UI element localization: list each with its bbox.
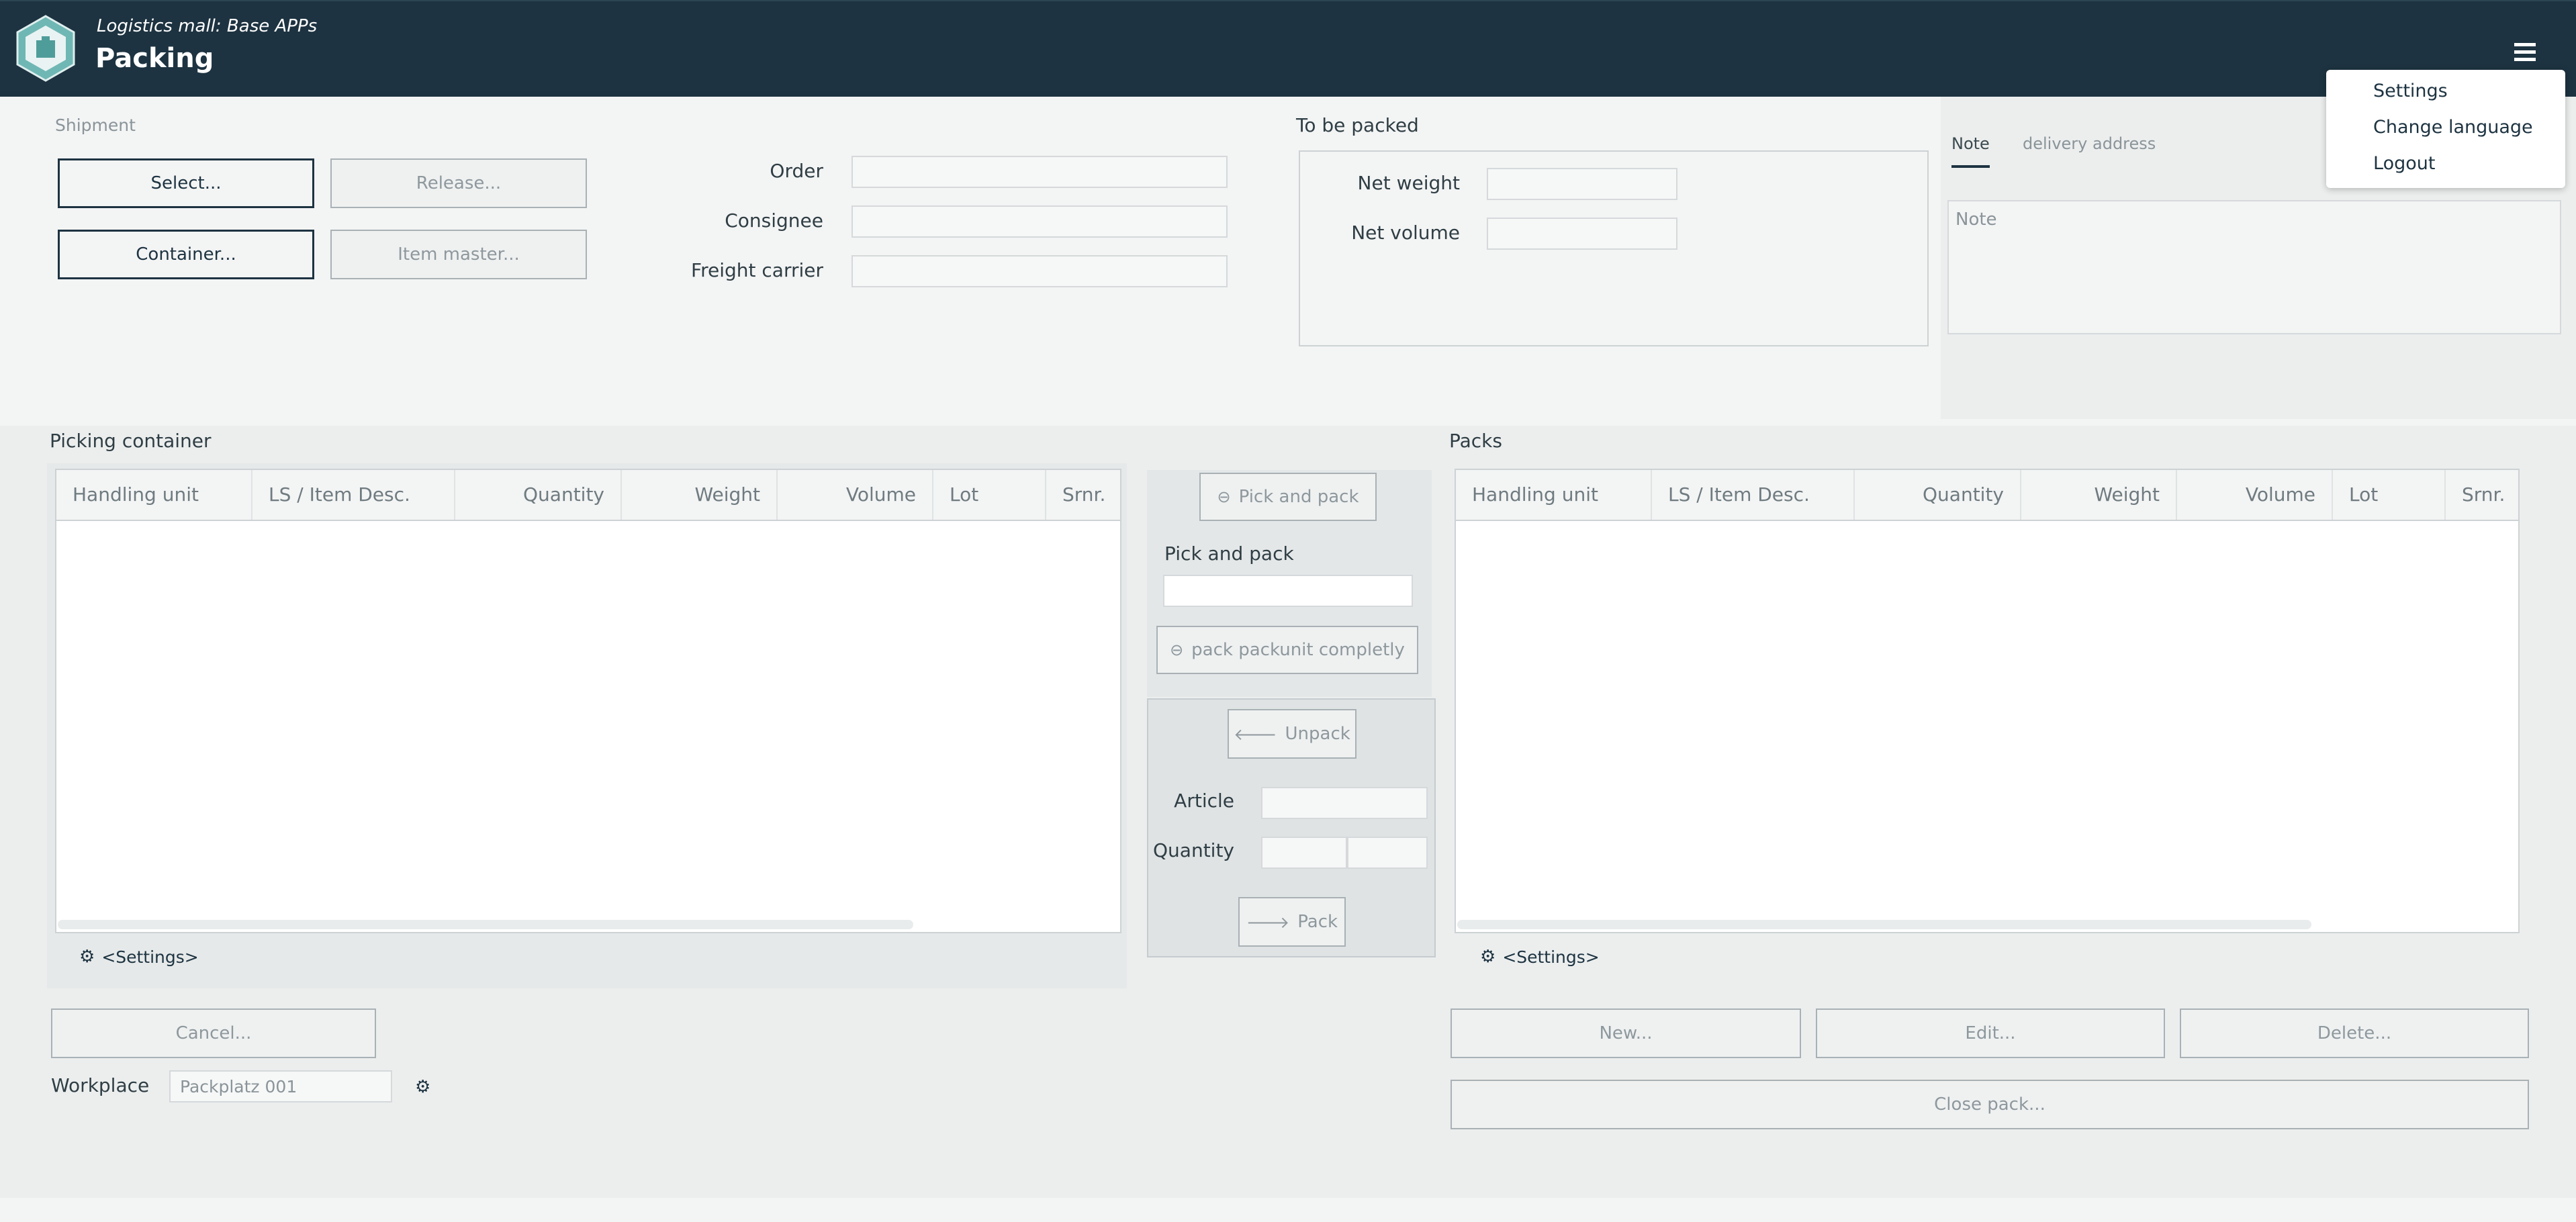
new-pack-button[interactable]: New... bbox=[1451, 1008, 1801, 1058]
item-master-button[interactable]: Item master... bbox=[330, 230, 587, 279]
grid-header: Handling unit LS / Item Desc. Quantity W… bbox=[1456, 470, 2518, 521]
tab-note[interactable]: Note bbox=[1951, 134, 1990, 168]
select-button[interactable]: Select... bbox=[58, 158, 314, 208]
net-volume-field[interactable] bbox=[1487, 218, 1677, 250]
workplace-label: Workplace bbox=[51, 1074, 150, 1096]
unpack-button-label: Unpack bbox=[1285, 724, 1350, 744]
shipment-label: Shipment bbox=[55, 115, 136, 135]
column-lot[interactable]: Lot bbox=[933, 470, 1046, 520]
arrow-right-icon: 🡒 bbox=[1246, 912, 1290, 932]
gear-icon: ⚙ bbox=[415, 1077, 431, 1097]
quantity-field[interactable] bbox=[1261, 837, 1347, 869]
gear-icon: ⚙ bbox=[79, 947, 95, 967]
workplace-settings-link[interactable]: ⚙ bbox=[415, 1077, 437, 1097]
column-weight[interactable]: Weight bbox=[622, 470, 778, 520]
close-pack-button[interactable]: Close pack... bbox=[1451, 1080, 2529, 1129]
pick-and-pack-button-label: Pick and pack bbox=[1238, 487, 1359, 507]
packs-settings-link[interactable]: ⚙ <Settings> bbox=[1480, 947, 1600, 967]
packs-settings-label: <Settings> bbox=[1502, 947, 1600, 967]
column-volume[interactable]: Volume bbox=[778, 470, 933, 520]
column-quantity[interactable]: Quantity bbox=[1855, 470, 2021, 520]
user-menu-dropdown: Settings Change language Logout bbox=[2326, 70, 2565, 188]
delete-pack-button[interactable]: Delete... bbox=[2180, 1008, 2529, 1058]
net-volume-label: Net volume bbox=[1351, 222, 1460, 244]
column-srnr[interactable]: Srnr. bbox=[2446, 470, 2520, 520]
net-weight-label: Net weight bbox=[1357, 172, 1460, 194]
arrow-left-icon: 🡐 bbox=[1234, 724, 1277, 744]
consignee-field[interactable] bbox=[852, 205, 1228, 238]
column-volume[interactable]: Volume bbox=[2177, 470, 2333, 520]
column-srnr[interactable]: Srnr. bbox=[1046, 470, 1120, 520]
packs-title: Packs bbox=[1449, 430, 1502, 452]
workplace-field[interactable]: Packplatz 001 bbox=[169, 1070, 392, 1102]
pack-button[interactable]: 🡒 Pack bbox=[1238, 897, 1346, 947]
edit-pack-button[interactable]: Edit... bbox=[1816, 1008, 2165, 1058]
freight-carrier-field[interactable] bbox=[852, 255, 1228, 287]
consignee-label: Consignee bbox=[725, 209, 823, 232]
pack-packunit-completely-button[interactable]: ⊖ pack packunit completly bbox=[1156, 626, 1418, 674]
picking-container-grid[interactable]: Handling unit LS / Item Desc. Quantity W… bbox=[55, 469, 1121, 933]
app-subtitle: Logistics mall: Base APPs bbox=[97, 16, 318, 36]
container-button[interactable]: Container... bbox=[58, 230, 314, 279]
note-textarea[interactable]: Note bbox=[1947, 200, 2561, 334]
circle-minus-icon: ⊖ bbox=[1217, 487, 1231, 506]
column-weight[interactable]: Weight bbox=[2021, 470, 2177, 520]
picking-settings-label: <Settings> bbox=[101, 947, 199, 967]
article-label: Article bbox=[1174, 790, 1234, 812]
circle-minus-icon: ⊖ bbox=[1170, 641, 1184, 659]
quantity-unit-field[interactable] bbox=[1347, 837, 1428, 869]
cancel-button[interactable]: Cancel... bbox=[51, 1008, 376, 1058]
packs-grid[interactable]: Handling unit LS / Item Desc. Quantity W… bbox=[1455, 469, 2520, 933]
quantity-label: Quantity bbox=[1153, 839, 1234, 861]
freight-carrier-label: Freight carrier bbox=[691, 259, 823, 281]
horizontal-scrollbar[interactable] bbox=[1457, 920, 2311, 929]
picking-settings-link[interactable]: ⚙ <Settings> bbox=[79, 947, 199, 967]
pack-packunit-completely-label: pack packunit completly bbox=[1191, 640, 1405, 660]
gear-icon: ⚙ bbox=[1480, 947, 1496, 967]
menu-item-change-language[interactable]: Change language bbox=[2373, 117, 2533, 138]
footer-strip bbox=[0, 1198, 2576, 1222]
app-logo-icon bbox=[16, 15, 75, 82]
column-handling-unit[interactable]: Handling unit bbox=[56, 470, 252, 520]
page-title: Packing bbox=[95, 43, 214, 74]
net-weight-field[interactable] bbox=[1487, 168, 1677, 200]
column-handling-unit[interactable]: Handling unit bbox=[1456, 470, 1652, 520]
column-ls-item-desc[interactable]: LS / Item Desc. bbox=[252, 470, 455, 520]
column-ls-item-desc[interactable]: LS / Item Desc. bbox=[1652, 470, 1855, 520]
pick-and-pack-label: Pick and pack bbox=[1164, 543, 1294, 565]
menu-hamburger-icon[interactable] bbox=[2514, 43, 2536, 62]
column-quantity[interactable]: Quantity bbox=[455, 470, 622, 520]
menu-item-settings[interactable]: Settings bbox=[2373, 81, 2448, 101]
order-label: Order bbox=[770, 160, 823, 182]
pack-button-label: Pack bbox=[1297, 912, 1338, 932]
pick-and-pack-button[interactable]: ⊖ Pick and pack bbox=[1199, 473, 1377, 521]
to-be-packed-label: To be packed bbox=[1296, 114, 1419, 136]
app-header: Logistics mall: Base APPs Packing bbox=[0, 0, 2576, 97]
pick-and-pack-input[interactable] bbox=[1163, 575, 1413, 607]
article-field[interactable] bbox=[1261, 787, 1428, 819]
picking-container-title: Picking container bbox=[50, 430, 212, 452]
grid-header: Handling unit LS / Item Desc. Quantity W… bbox=[56, 470, 1120, 521]
horizontal-scrollbar[interactable] bbox=[58, 920, 913, 929]
order-field[interactable] bbox=[852, 156, 1228, 188]
unpack-button[interactable]: 🡐 Unpack bbox=[1228, 709, 1356, 759]
menu-item-logout[interactable]: Logout bbox=[2373, 153, 2435, 174]
release-button[interactable]: Release... bbox=[330, 158, 587, 208]
tab-delivery-address[interactable]: delivery address bbox=[2023, 134, 2156, 153]
column-lot[interactable]: Lot bbox=[2333, 470, 2446, 520]
